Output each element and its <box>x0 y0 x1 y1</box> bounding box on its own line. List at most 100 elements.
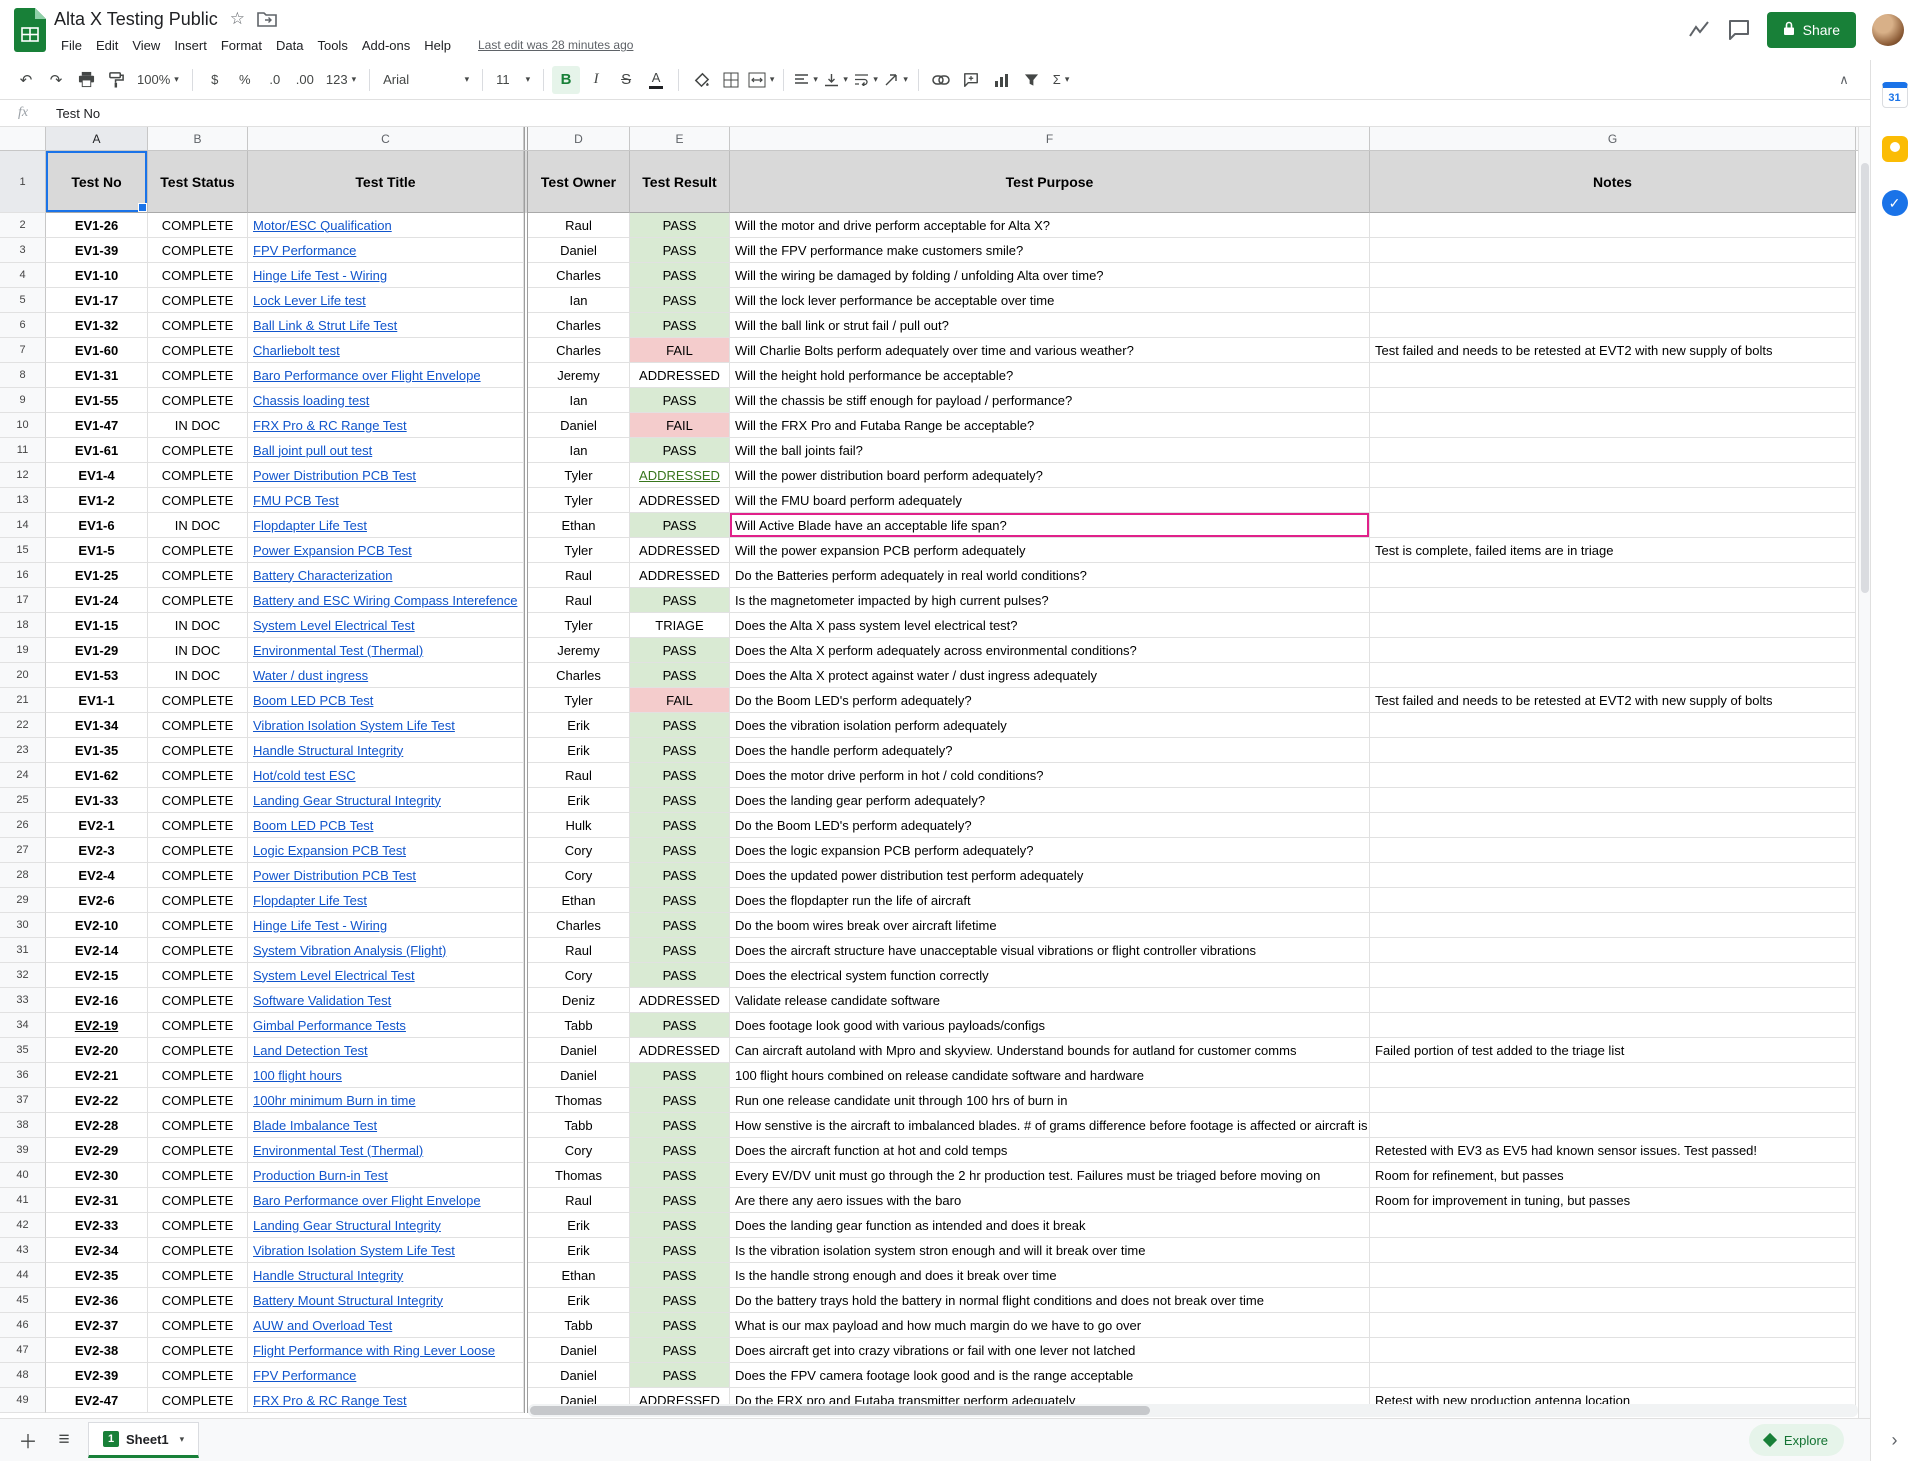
cell-B10[interactable]: IN DOC <box>148 413 248 438</box>
cell-G26[interactable] <box>1370 813 1856 838</box>
cell-A43[interactable]: EV2-34 <box>46 1238 148 1263</box>
cell-E30[interactable]: PASS <box>630 913 730 938</box>
cell-D4[interactable]: Charles <box>528 263 630 288</box>
menu-add-ons[interactable]: Add-ons <box>355 35 417 56</box>
cell-G20[interactable] <box>1370 663 1856 688</box>
cell-G2[interactable] <box>1370 213 1856 238</box>
cell-E36[interactable]: PASS <box>630 1063 730 1088</box>
cell-F47[interactable]: Does aircraft get into crazy vibrations … <box>730 1338 1370 1363</box>
paint-format-button[interactable] <box>102 66 130 94</box>
cell-D5[interactable]: Ian <box>528 288 630 313</box>
cell-B30[interactable]: COMPLETE <box>148 913 248 938</box>
cell-C25[interactable]: Landing Gear Structural Integrity <box>248 788 524 813</box>
share-button[interactable]: Share <box>1767 12 1856 48</box>
row-header-40[interactable]: 40 <box>0 1163 46 1188</box>
cell-E24[interactable]: PASS <box>630 763 730 788</box>
cell-E46[interactable]: PASS <box>630 1313 730 1338</box>
column-header-F[interactable]: F <box>730 127 1370 150</box>
sheet-tab[interactable]: 1 Sheet1 ▾ <box>88 1422 199 1458</box>
cell-G22[interactable] <box>1370 713 1856 738</box>
cell-A8[interactable]: EV1-31 <box>46 363 148 388</box>
cell-D29[interactable]: Ethan <box>528 888 630 913</box>
cell-F15[interactable]: Will the power expansion PCB perform ade… <box>730 538 1370 563</box>
cell-F45[interactable]: Do the battery trays hold the battery in… <box>730 1288 1370 1313</box>
cell-D9[interactable]: Ian <box>528 388 630 413</box>
cell-F2[interactable]: Will the motor and drive perform accepta… <box>730 213 1370 238</box>
cell-C11[interactable]: Ball joint pull out test <box>248 438 524 463</box>
cell-D10[interactable]: Daniel <box>528 413 630 438</box>
row-header-25[interactable]: 25 <box>0 788 46 813</box>
column-header-A[interactable]: A <box>46 127 148 150</box>
cell-F9[interactable]: Will the chassis be stiff enough for pay… <box>730 388 1370 413</box>
cell-G12[interactable] <box>1370 463 1856 488</box>
menu-file[interactable]: File <box>54 35 89 56</box>
cell-D42[interactable]: Erik <box>528 1213 630 1238</box>
horizontal-scrollbar-thumb[interactable] <box>530 1406 1150 1415</box>
cell-B9[interactable]: COMPLETE <box>148 388 248 413</box>
cell-E37[interactable]: PASS <box>630 1088 730 1113</box>
cell-G33[interactable] <box>1370 988 1856 1013</box>
row-header-17[interactable]: 17 <box>0 588 46 613</box>
cell-A30[interactable]: EV2-10 <box>46 913 148 938</box>
cell-G39[interactable]: Retested with EV3 as EV5 had known senso… <box>1370 1138 1856 1163</box>
borders-button[interactable] <box>717 66 745 94</box>
menu-tools[interactable]: Tools <box>310 35 354 56</box>
cell-E31[interactable]: PASS <box>630 938 730 963</box>
cell-F21[interactable]: Do the Boom LED's perform adequately? <box>730 688 1370 713</box>
fill-color-button[interactable] <box>687 66 715 94</box>
cell-E44[interactable]: PASS <box>630 1263 730 1288</box>
row-header-29[interactable]: 29 <box>0 888 46 913</box>
cell-G31[interactable] <box>1370 938 1856 963</box>
font-select[interactable]: Arial▾ <box>378 66 474 94</box>
avatar[interactable] <box>1872 14 1904 46</box>
cell-F39[interactable]: Does the aircraft function at hot and co… <box>730 1138 1370 1163</box>
cell-F19[interactable]: Does the Alta X perform adequately acros… <box>730 638 1370 663</box>
cell-B43[interactable]: COMPLETE <box>148 1238 248 1263</box>
cell-G30[interactable] <box>1370 913 1856 938</box>
cell-E27[interactable]: PASS <box>630 838 730 863</box>
cell-A9[interactable]: EV1-55 <box>46 388 148 413</box>
cell-F4[interactable]: Will the wiring be damaged by folding / … <box>730 263 1370 288</box>
cell-B23[interactable]: COMPLETE <box>148 738 248 763</box>
cell-B17[interactable]: COMPLETE <box>148 588 248 613</box>
cell-A39[interactable]: EV2-29 <box>46 1138 148 1163</box>
cell-D26[interactable]: Hulk <box>528 813 630 838</box>
star-icon[interactable]: ☆ <box>230 9 245 29</box>
cell-B12[interactable]: COMPLETE <box>148 463 248 488</box>
row-header-5[interactable]: 5 <box>0 288 46 313</box>
cell-D45[interactable]: Erik <box>528 1288 630 1313</box>
cell-E17[interactable]: PASS <box>630 588 730 613</box>
header-cell-test-owner[interactable]: Test Owner <box>528 151 630 213</box>
calendar-icon[interactable]: 31 <box>1882 82 1908 108</box>
cell-A28[interactable]: EV2-4 <box>46 863 148 888</box>
cell-C3[interactable]: FPV Performance <box>248 238 524 263</box>
row-header-48[interactable]: 48 <box>0 1363 46 1388</box>
cell-A7[interactable]: EV1-60 <box>46 338 148 363</box>
cell-F17[interactable]: Is the magnetometer impacted by high cur… <box>730 588 1370 613</box>
cell-A19[interactable]: EV1-29 <box>46 638 148 663</box>
cell-A3[interactable]: EV1-39 <box>46 238 148 263</box>
all-sheets-button[interactable]: ≡ <box>46 1422 82 1458</box>
row-header-7[interactable]: 7 <box>0 338 46 363</box>
move-folder-icon[interactable] <box>257 11 277 27</box>
cell-F48[interactable]: Does the FPV camera footage look good an… <box>730 1363 1370 1388</box>
cell-F42[interactable]: Does the landing gear function as intend… <box>730 1213 1370 1238</box>
cell-F16[interactable]: Do the Batteries perform adequately in r… <box>730 563 1370 588</box>
cell-G19[interactable] <box>1370 638 1856 663</box>
cell-G6[interactable] <box>1370 313 1856 338</box>
cell-A2[interactable]: EV1-26 <box>46 213 148 238</box>
header-cell-test-title[interactable]: Test Title <box>248 151 524 213</box>
cell-C19[interactable]: Environmental Test (Thermal) <box>248 638 524 663</box>
cell-G8[interactable] <box>1370 363 1856 388</box>
cell-C9[interactable]: Chassis loading test <box>248 388 524 413</box>
cell-A6[interactable]: EV1-32 <box>46 313 148 338</box>
cell-B37[interactable]: COMPLETE <box>148 1088 248 1113</box>
cell-B13[interactable]: COMPLETE <box>148 488 248 513</box>
cell-E14[interactable]: PASS <box>630 513 730 538</box>
cell-B2[interactable]: COMPLETE <box>148 213 248 238</box>
cell-G41[interactable]: Room for improvement in tuning, but pass… <box>1370 1188 1856 1213</box>
cell-F35[interactable]: Can aircraft autoland with Mpro and skyv… <box>730 1038 1370 1063</box>
cell-A48[interactable]: EV2-39 <box>46 1363 148 1388</box>
header-cell-test-purpose[interactable]: Test Purpose <box>730 151 1370 213</box>
cell-F18[interactable]: Does the Alta X pass system level electr… <box>730 613 1370 638</box>
